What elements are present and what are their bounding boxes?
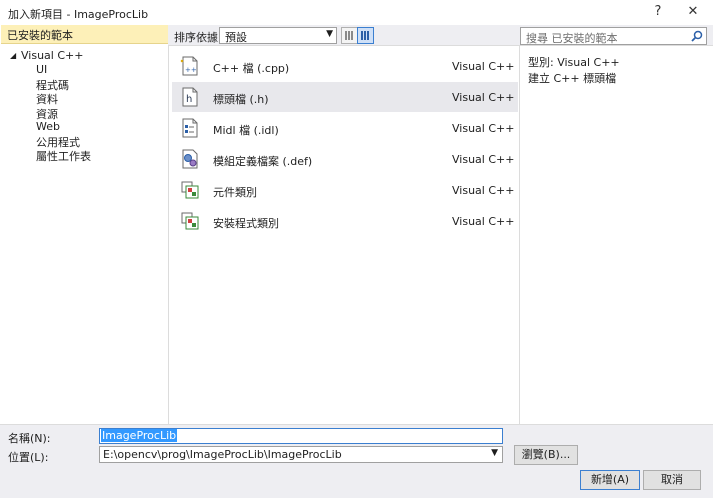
header-file-icon: h	[182, 87, 198, 107]
template-row-header[interactable]: h 標頭檔 (.h) Visual C++	[172, 82, 518, 112]
template-language: Visual C++	[452, 215, 515, 228]
template-language: Visual C++	[452, 122, 515, 135]
template-name: 標頭檔 (.h)	[213, 93, 269, 106]
tree-item-web[interactable]: Web	[36, 120, 60, 133]
add-button[interactable]: 新增(A)	[580, 470, 640, 490]
tree-item-ui[interactable]: UI	[36, 63, 47, 76]
tree-root-visual-cpp[interactable]: Visual C++	[21, 49, 83, 62]
window-title: 加入新項目 - ImageProcLib	[8, 8, 149, 21]
name-input[interactable]: ImageProcLib	[99, 428, 503, 444]
sort-dropdown[interactable]: 預設 ▼	[219, 27, 337, 44]
template-name: Midl 檔 (.idl)	[213, 124, 279, 137]
small-icons-view-button[interactable]	[341, 27, 358, 44]
svg-text:h: h	[186, 94, 192, 105]
template-name: C++ 檔 (.cpp)	[213, 62, 290, 75]
grid-view-icon	[345, 31, 353, 40]
sort-label: 排序依據:	[174, 31, 222, 44]
installed-templates-label: 已安裝的範本	[7, 29, 73, 42]
component-class-icon	[181, 181, 199, 199]
template-language: Visual C++	[452, 153, 515, 166]
template-language: Visual C++	[452, 91, 515, 104]
tree-expand-icon[interactable]: ◢	[10, 51, 16, 60]
location-value: E:\opencv\prog\ImageProcLib\ImageProcLib	[103, 448, 342, 461]
search-templates-input[interactable]: 搜尋 已安裝的範本	[520, 27, 707, 45]
chevron-down-icon: ▼	[326, 29, 333, 39]
detail-description: 建立 C++ 標頭檔	[528, 72, 617, 85]
installer-class-icon	[181, 212, 199, 230]
template-row-def[interactable]: 模組定義檔案 (.def) Visual C++	[172, 144, 518, 174]
tree-item-property-sheet[interactable]: 屬性工作表	[36, 148, 91, 164]
template-row-midl[interactable]: Midl 檔 (.idl) Visual C++	[172, 113, 518, 143]
detail-type: 型別: Visual C++	[528, 56, 620, 69]
midl-file-icon	[182, 118, 198, 138]
cancel-button[interactable]: 取消	[643, 470, 701, 490]
medium-icons-view-button[interactable]	[357, 27, 374, 44]
name-input-value: ImageProcLib	[101, 429, 178, 442]
template-name: 元件類別	[213, 186, 257, 199]
template-name: 安裝程式類別	[213, 217, 279, 230]
name-label: 名稱(N):	[8, 432, 51, 445]
template-category-pane	[1, 25, 169, 424]
help-button[interactable]: ?	[643, 2, 673, 22]
search-placeholder: 搜尋 已安裝的範本	[526, 32, 618, 45]
browse-button[interactable]: 瀏覽(B)...	[514, 445, 578, 465]
installed-templates-header[interactable]: 已安裝的範本	[1, 25, 168, 44]
search-icon	[691, 30, 703, 42]
location-label: 位置(L):	[8, 451, 49, 464]
template-row-cpp[interactable]: ++ C++ 檔 (.cpp) Visual C++	[172, 51, 518, 81]
template-row-component-class[interactable]: 元件類別 Visual C++	[172, 175, 518, 205]
def-file-icon	[182, 149, 198, 169]
tree-item-data[interactable]: 資料	[36, 91, 58, 107]
template-language: Visual C++	[452, 184, 515, 197]
list-view-icon	[361, 31, 369, 40]
close-button[interactable]: ✕	[678, 2, 708, 22]
chevron-down-icon: ▼	[491, 448, 498, 458]
template-language: Visual C++	[452, 60, 515, 73]
location-combobox[interactable]: E:\opencv\prog\ImageProcLib\ImageProcLib…	[99, 446, 503, 463]
template-row-installer-class[interactable]: 安裝程式類別 Visual C++	[172, 206, 518, 236]
sort-value: 預設	[225, 31, 247, 44]
svg-text:++: ++	[185, 66, 197, 74]
template-name: 模組定義檔案 (.def)	[213, 155, 313, 168]
cpp-file-icon: ++	[180, 56, 198, 76]
